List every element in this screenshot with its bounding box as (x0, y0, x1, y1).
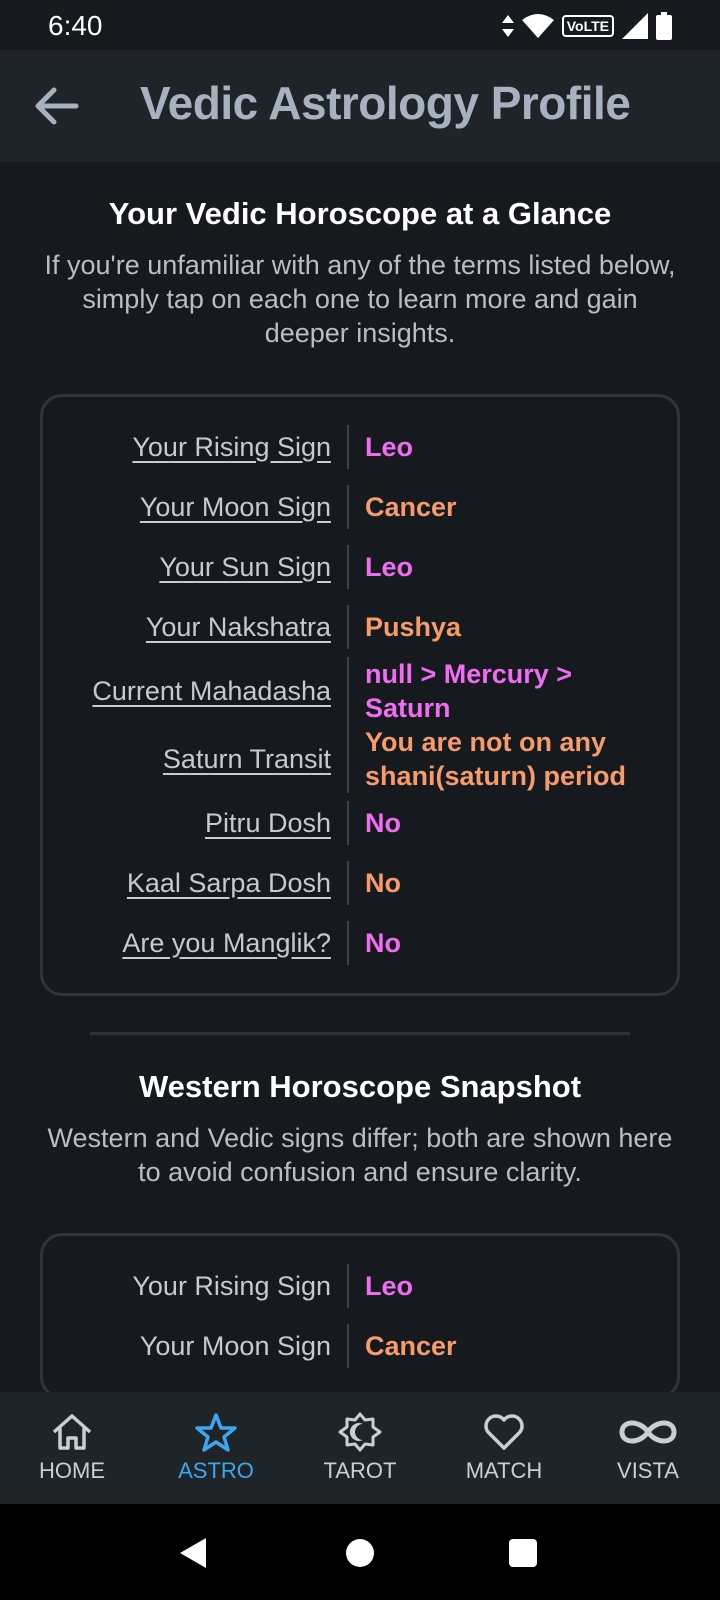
heart-icon (484, 1414, 524, 1450)
kaal-sarpa-dosh-link[interactable]: Kaal Sarpa Dosh (43, 868, 347, 899)
row-western-moon-sign: Your Moon Sign Cancer (43, 1316, 677, 1376)
nav-home-label: HOME (39, 1458, 105, 1483)
system-back-icon[interactable] (176, 1536, 210, 1570)
app-header: Vedic Astrology Profile (0, 50, 720, 162)
section-divider (90, 1032, 630, 1035)
back-arrow-icon[interactable] (30, 80, 82, 132)
row-pitru-dosh: Pitru Dosh No (43, 793, 677, 853)
western-horoscope-card: Your Rising Sign Leo Your Moon Sign Canc… (40, 1233, 680, 1392)
row-rising-sign: Your Rising Sign Leo (43, 417, 677, 477)
signal-icon (622, 13, 648, 39)
status-time: 6:40 (48, 10, 103, 41)
mahadasha-link[interactable]: Current Mahadasha (43, 676, 347, 707)
mahadasha-value: null > Mercury > Saturn (347, 657, 645, 725)
vedic-section-subtitle: If you're unfamiliar with any of the ter… (44, 250, 676, 348)
bottom-navigation: HOME ASTRO TAROT MATCH VISTA (0, 1392, 720, 1504)
volte-badge: VoLTE (561, 15, 614, 37)
nakshatra-value: Pushya (347, 605, 645, 649)
star-icon (195, 1413, 237, 1452)
tarot-sun-moon-icon (338, 1412, 382, 1452)
scroll-content[interactable]: Your Vedic Horoscope at a Glance If you'… (0, 162, 720, 1392)
wifi-icon (521, 14, 554, 38)
manglik-value: No (347, 921, 645, 965)
nakshatra-link[interactable]: Your Nakshatra (43, 612, 347, 643)
row-saturn-transit: Saturn Transit You are not on any shani(… (43, 725, 677, 793)
data-arrows-icon (501, 15, 514, 37)
moon-sign-value: Cancer (347, 485, 645, 529)
battery-icon (656, 12, 672, 40)
nav-astro[interactable]: ASTRO (156, 1412, 276, 1484)
nav-vista-label: VISTA (617, 1458, 679, 1483)
western-moon-sign-label: Your Moon Sign (139, 1330, 331, 1361)
row-sun-sign: Your Sun Sign Leo (43, 537, 677, 597)
moon-sign-link[interactable]: Your Moon Sign (43, 492, 347, 523)
western-rising-sign-label: Your Rising Sign (132, 1270, 331, 1301)
western-rising-sign-value: Leo (347, 1264, 645, 1308)
rising-sign-value: Leo (347, 425, 645, 469)
infinity-icon (619, 1420, 677, 1444)
pitru-dosh-link[interactable]: Pitru Dosh (43, 808, 347, 839)
row-moon-sign: Your Moon Sign Cancer (43, 477, 677, 537)
saturn-transit-value: You are not on any shani(saturn) period (347, 725, 645, 793)
row-nakshatra: Your Nakshatra Pushya (43, 597, 677, 657)
vedic-section-title: Your Vedic Horoscope at a Glance (108, 196, 612, 231)
sun-sign-link[interactable]: Your Sun Sign (43, 552, 347, 583)
status-bar: 6:40 VoLTE (0, 0, 720, 50)
page-title: Vedic Astrology Profile (140, 77, 631, 129)
home-icon (52, 1414, 92, 1450)
pitru-dosh-value: No (347, 801, 645, 845)
nav-tarot[interactable]: TAROT (300, 1412, 420, 1484)
nav-match[interactable]: MATCH (444, 1412, 564, 1484)
row-mahadasha: Current Mahadasha null > Mercury > Satur… (43, 657, 677, 725)
nav-home[interactable]: HOME (12, 1412, 132, 1484)
nav-tarot-label: TAROT (323, 1458, 397, 1483)
sun-sign-value: Leo (347, 545, 645, 589)
rising-sign-link[interactable]: Your Rising Sign (43, 432, 347, 463)
western-moon-sign-value: Cancer (347, 1324, 645, 1368)
manglik-link[interactable]: Are you Manglik? (43, 928, 347, 959)
row-kaal-sarpa-dosh: Kaal Sarpa Dosh No (43, 853, 677, 913)
system-home-icon[interactable] (346, 1539, 374, 1567)
row-manglik: Are you Manglik? No (43, 913, 677, 973)
system-navigation-bar (0, 1504, 720, 1600)
nav-vista[interactable]: VISTA (588, 1412, 708, 1484)
nav-astro-label: ASTRO (178, 1458, 254, 1483)
western-section-subtitle: Western and Vedic signs differ; both are… (47, 1123, 673, 1187)
vedic-horoscope-card: Your Rising Sign Leo Your Moon Sign Canc… (40, 394, 680, 996)
kaal-sarpa-dosh-value: No (347, 861, 645, 905)
nav-match-label: MATCH (465, 1458, 543, 1483)
system-recents-icon[interactable] (509, 1539, 537, 1567)
status-icons: VoLTE (501, 12, 672, 40)
western-section-title: Western Horoscope Snapshot (138, 1069, 582, 1104)
saturn-transit-link[interactable]: Saturn Transit (43, 744, 347, 775)
row-western-rising-sign: Your Rising Sign Leo (43, 1256, 677, 1316)
